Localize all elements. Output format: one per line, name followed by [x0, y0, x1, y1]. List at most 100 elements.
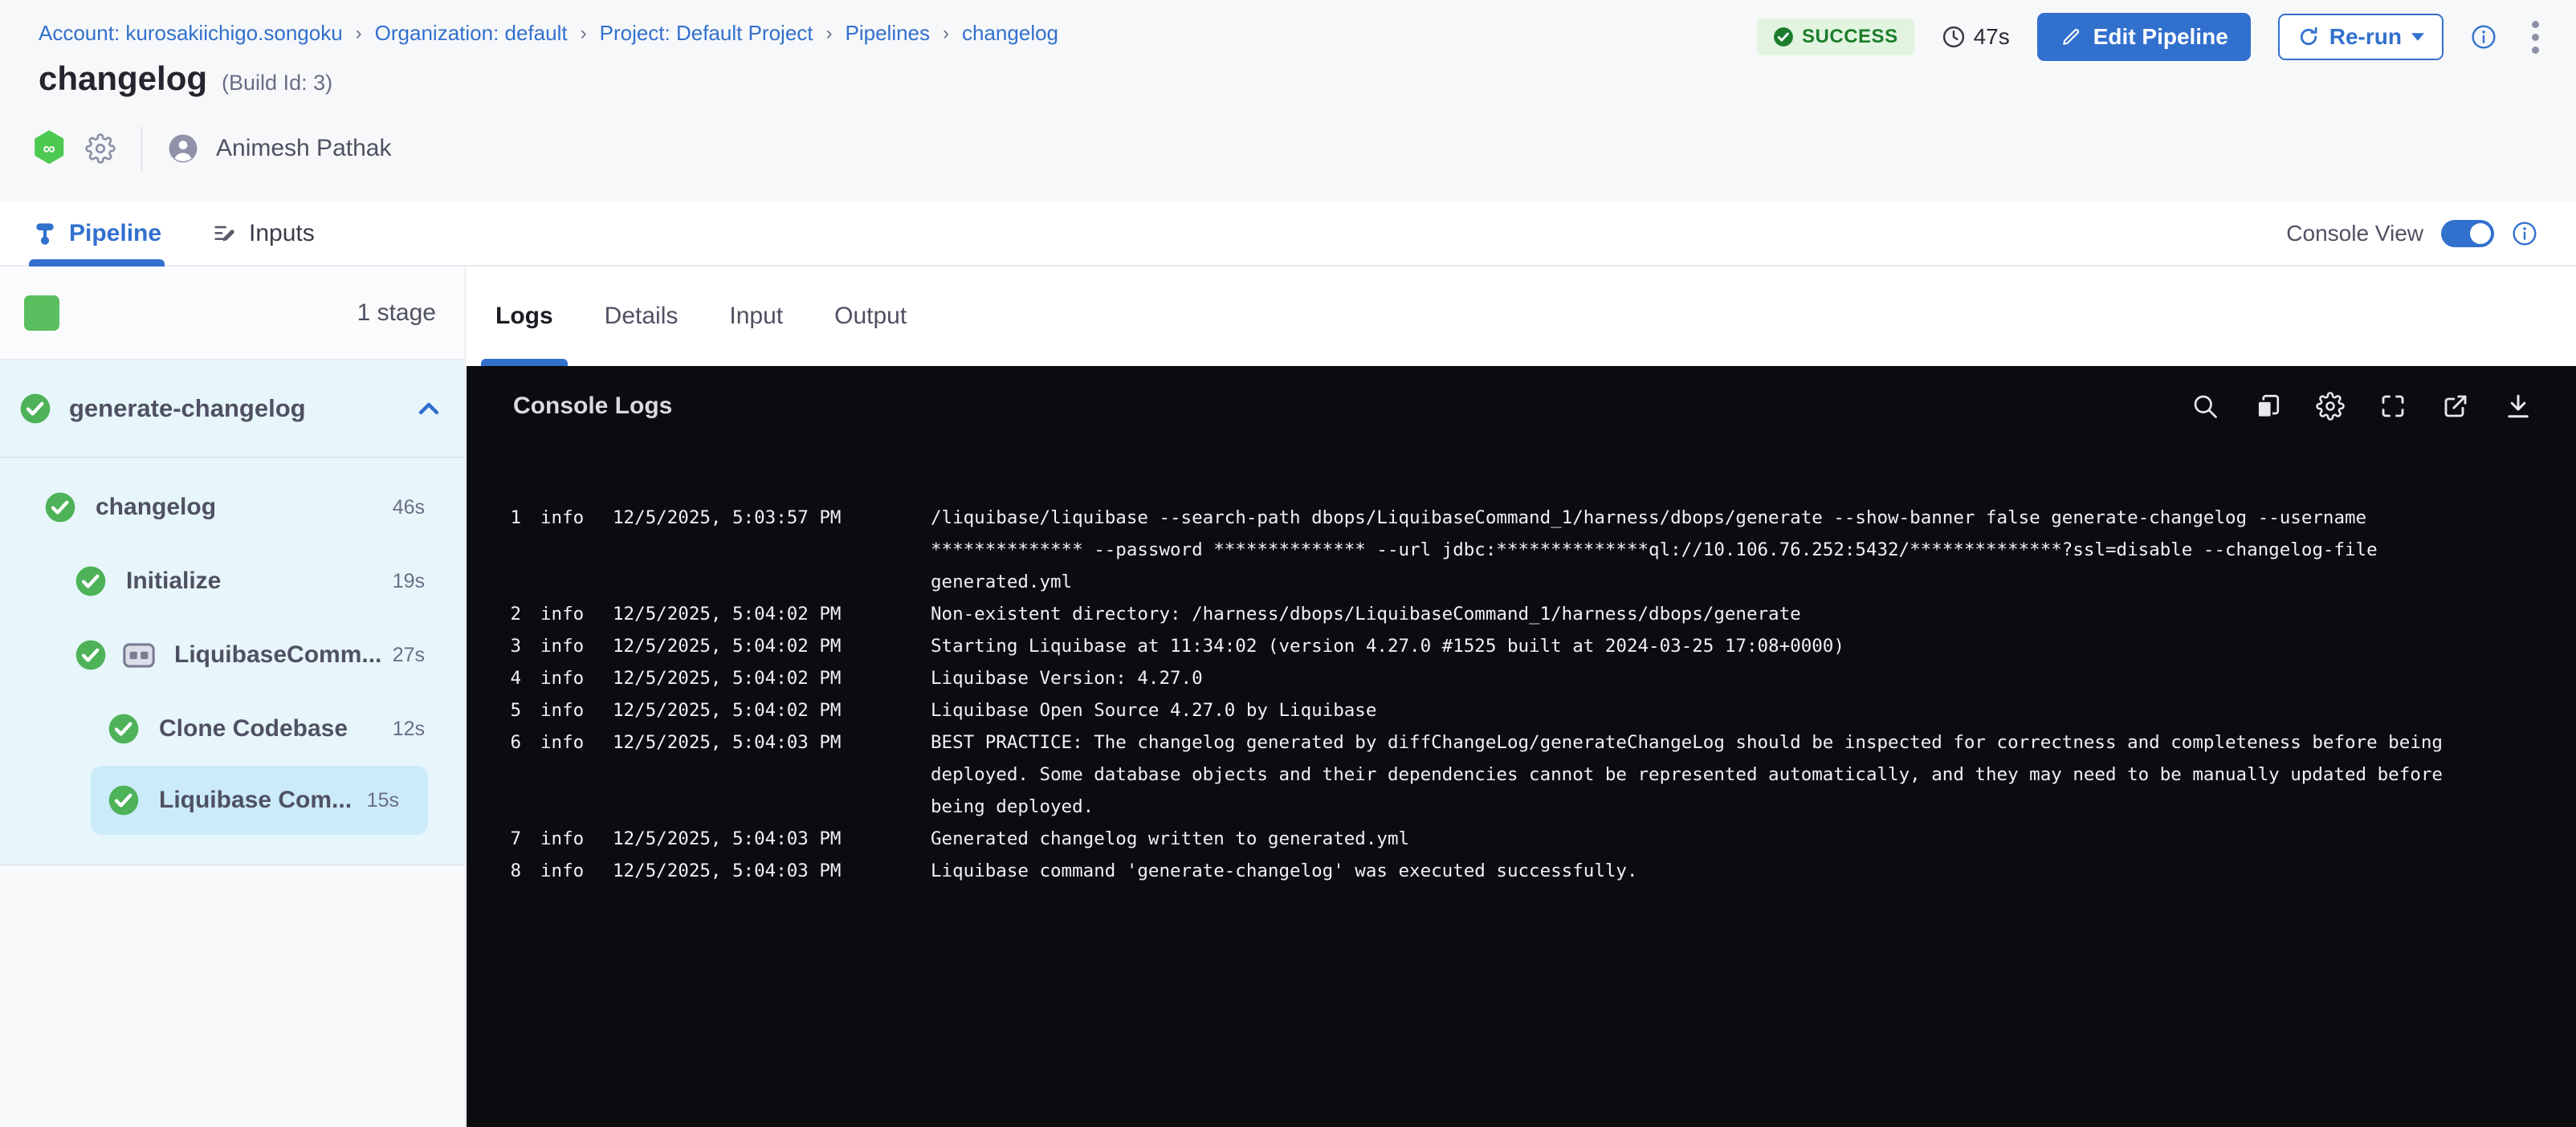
tab-pipeline-label: Pipeline — [69, 220, 161, 247]
console-view-toggle[interactable] — [2441, 220, 2494, 247]
open-in-new-icon[interactable] — [2441, 392, 2470, 421]
step-row[interactable]: Initialize19s — [0, 544, 465, 618]
log-line-number: 4 — [508, 662, 521, 694]
duration: 47s — [1942, 24, 2010, 50]
tab-output[interactable]: Output — [834, 266, 907, 366]
edit-pipeline-button[interactable]: Edit Pipeline — [2037, 13, 2251, 61]
check-circle-icon — [108, 713, 140, 745]
step-duration: 46s — [393, 496, 425, 519]
step-label: LiquibaseComm... — [174, 641, 381, 669]
settings-icon[interactable] — [2316, 392, 2345, 421]
tab-inputs-label: Inputs — [249, 220, 315, 247]
log-line-number: 7 — [508, 823, 521, 855]
log-line-number: 5 — [508, 694, 521, 726]
check-circle-icon — [108, 784, 140, 816]
stage-row[interactable]: generate-changelog — [0, 360, 465, 458]
kebab-menu-icon[interactable] — [2524, 16, 2547, 59]
log-timestamp: 12/5/2025, 5:04:03 PM — [613, 823, 894, 855]
step-list: changelog46sInitialize19sLiquibaseComm..… — [0, 458, 465, 865]
log-line: generated.yml — [508, 566, 2544, 598]
step-row[interactable]: Clone Codebase12s — [0, 692, 465, 766]
log-level — [540, 759, 589, 791]
edit-pipeline-label: Edit Pipeline — [2093, 24, 2228, 50]
log-message: deployed. Some database objects and thei… — [931, 759, 2443, 791]
gear-icon[interactable] — [85, 133, 116, 164]
rerun-label: Re-run — [2329, 24, 2402, 50]
step-duration: 19s — [393, 570, 425, 593]
chevron-up-icon[interactable] — [415, 395, 442, 422]
step-row[interactable]: LiquibaseComm... 27s — [0, 618, 465, 692]
log-line: 2info12/5/2025, 5:04:02 PMNon-existent d… — [508, 598, 2544, 630]
download-icon[interactable] — [2504, 392, 2533, 421]
log-timestamp — [613, 759, 894, 791]
main-panel: LogsDetailsInputOutput Console Logs 1inf… — [467, 266, 2576, 1127]
check-circle-icon — [44, 491, 76, 523]
svg-text:∞: ∞ — [43, 140, 55, 158]
avatar-icon — [168, 133, 198, 164]
tab-pipeline[interactable]: Pipeline — [32, 202, 161, 265]
info-icon[interactable] — [2512, 221, 2537, 246]
log-line-number: 6 — [508, 726, 521, 759]
log-timestamp — [613, 566, 894, 598]
success-check-icon — [1773, 26, 1794, 47]
log-line: 8info12/5/2025, 5:04:03 PMLiquibase comm… — [508, 855, 2544, 887]
tab-input[interactable]: Input — [729, 266, 783, 366]
breadcrumb-item[interactable]: Account: kurosakiichigo.songoku — [39, 21, 343, 46]
log-level: info — [540, 630, 589, 662]
toggle-knob — [2470, 223, 2491, 244]
breadcrumb-item[interactable]: changelog — [962, 21, 1058, 46]
step-row[interactable]: changelog 46s — [0, 470, 465, 544]
tab-details[interactable]: Details — [605, 266, 679, 366]
log-message: Generated changelog written to generated… — [931, 823, 1409, 855]
info-icon[interactable] — [2471, 24, 2497, 50]
breadcrumb-item[interactable]: Organization: default — [375, 21, 568, 46]
tab-inputs[interactable]: Inputs — [212, 202, 315, 265]
log-line: ************** --password **************… — [508, 534, 2544, 566]
stage-status-square — [24, 295, 59, 331]
log-line-number: 8 — [508, 855, 521, 887]
step-group-icon — [123, 643, 155, 668]
breadcrumb-item[interactable]: Pipelines — [846, 21, 931, 46]
step-row[interactable]: Liquibase Com...15s — [91, 766, 428, 835]
status-text: SUCCESS — [1802, 26, 1898, 48]
log-message: Starting Liquibase at 11:34:02 (version … — [931, 630, 1844, 662]
log-level — [540, 534, 589, 566]
log-line: 3info12/5/2025, 5:04:02 PMStarting Liqui… — [508, 630, 2544, 662]
log-message: Liquibase Open Source 4.27.0 by Liquibas… — [931, 694, 1376, 726]
rerun-button[interactable]: Re-run — [2278, 14, 2444, 60]
log-lines: 1info12/5/2025, 5:03:57 PM/liquibase/liq… — [467, 446, 2576, 887]
tab-logs[interactable]: Logs — [495, 266, 553, 366]
pencil-icon — [2060, 26, 2082, 48]
step-duration: 15s — [367, 789, 399, 812]
status-badge: SUCCESS — [1757, 18, 1914, 55]
module-tabbar: Pipeline Inputs Console View — [0, 202, 2576, 266]
fullscreen-icon[interactable] — [2378, 392, 2407, 421]
log-level — [540, 791, 589, 823]
breadcrumb-item[interactable]: Project: Default Project — [600, 21, 813, 46]
active-tab-underline — [29, 259, 165, 266]
console-view-control: Console View — [2286, 202, 2537, 265]
console-logs-panel: Console Logs 1info12/5/2025, 5:03:57 PM/… — [467, 366, 2576, 1127]
step-duration: 27s — [393, 644, 425, 667]
log-message: ************** --password **************… — [931, 534, 2378, 566]
breadcrumb-separator: › — [356, 22, 362, 45]
console-view-label: Console View — [2286, 221, 2423, 246]
step-label: changelog — [96, 494, 216, 521]
duration-text: 47s — [1974, 24, 2010, 50]
log-level: info — [540, 726, 589, 759]
log-level — [540, 566, 589, 598]
log-line: 6info12/5/2025, 5:04:03 PMBEST PRACTICE:… — [508, 726, 2544, 759]
log-line-number — [508, 791, 521, 823]
log-level: info — [540, 855, 589, 887]
title-row: changelog (Build Id: 3) — [39, 59, 332, 98]
page-title: changelog — [39, 59, 207, 98]
console-title: Console Logs — [513, 393, 672, 420]
detail-tabs: Logs Details Input Output — [467, 266, 2576, 366]
build-id: (Build Id: 3) — [222, 71, 332, 96]
copy-icon[interactable] — [2253, 392, 2282, 421]
page-header: Account: kurosakiichigo.songoku › Organiza… — [0, 0, 2576, 202]
log-line-number — [508, 566, 521, 598]
log-line: 5info12/5/2025, 5:04:02 PMLiquibase Open… — [508, 694, 2544, 726]
log-line: deployed. Some database objects and thei… — [508, 759, 2544, 791]
search-icon[interactable] — [2191, 392, 2219, 421]
